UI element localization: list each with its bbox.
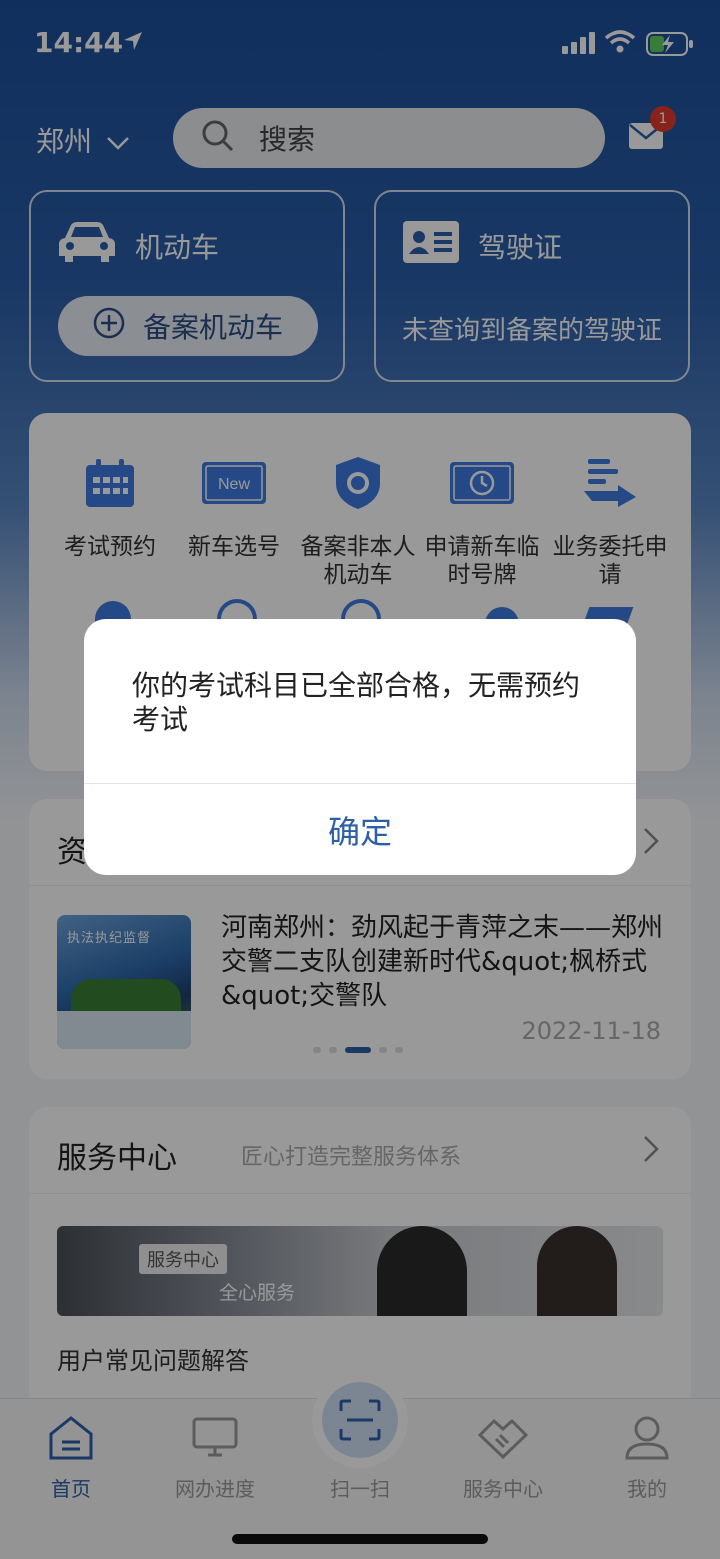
confirm-button[interactable]: 确定 [84,784,636,875]
dialog-message: 你的考试科目已全部合格，无需预约考试 [132,669,581,736]
alert-dialog: 你的考试科目已全部合格，无需预约考试 确定 [84,619,636,875]
